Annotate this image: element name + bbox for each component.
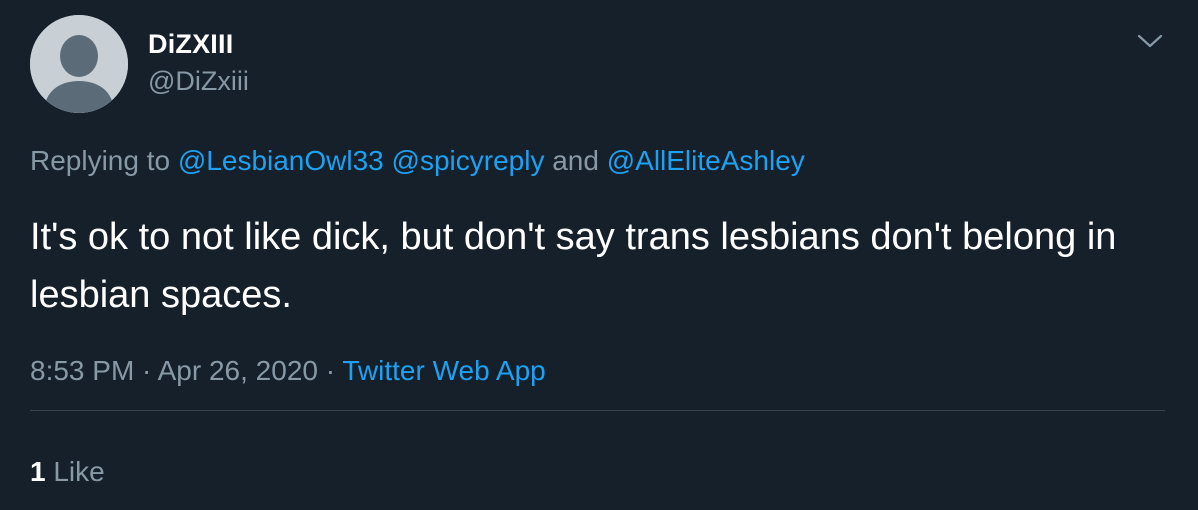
mention-link[interactable]: @LesbianOwl33: [178, 145, 384, 176]
meta-separator: ·: [317, 355, 343, 386]
replying-to-line: Replying to @LesbianOwl33 @spicyreply an…: [30, 145, 805, 177]
meta-separator: ·: [134, 355, 158, 386]
default-profile-icon: [30, 15, 128, 113]
tweet-source-link[interactable]: Twitter Web App: [342, 355, 545, 386]
tweet-time[interactable]: 8:53 PM: [30, 355, 134, 386]
like-count: 1: [30, 456, 46, 487]
mention-link[interactable]: @AllEliteAshley: [607, 145, 805, 176]
author-display-name[interactable]: DiZXIII: [148, 29, 233, 60]
author-handle[interactable]: @DiZxiii: [148, 66, 249, 97]
chevron-down-icon[interactable]: [1134, 28, 1166, 52]
replying-conjunction: and: [544, 145, 607, 176]
like-label: Like: [45, 456, 105, 487]
likes-stat[interactable]: 1 Like: [30, 456, 105, 488]
replying-to-prefix: Replying to: [30, 145, 178, 176]
avatar[interactable]: [30, 15, 128, 113]
tweet-text: It's ok to not like dick, but don't say …: [30, 216, 1117, 316]
tweet-meta: 8:53 PM · Apr 26, 2020 · Twitter Web App: [30, 355, 546, 387]
divider: [30, 410, 1165, 411]
mention-link[interactable]: @spicyreply: [392, 145, 545, 176]
tweet-date[interactable]: Apr 26, 2020: [158, 355, 318, 386]
